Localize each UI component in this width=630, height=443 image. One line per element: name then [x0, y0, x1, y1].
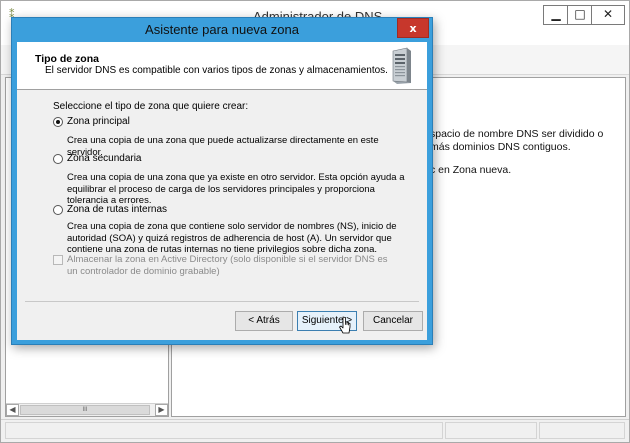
minimize-button[interactable]: ▁	[543, 5, 569, 25]
close-button[interactable]: ✕	[591, 5, 625, 25]
secondary-zone-label[interactable]: Zona secundaria	[67, 153, 142, 164]
store-in-ad-checkbox	[53, 255, 63, 265]
wizard-header: Tipo de zona El servidor DNS es compatib…	[17, 42, 427, 90]
wizard-title: Asistente para nueva zona	[145, 22, 299, 37]
stub-zone-description: Crea una copia de zona que contiene solo…	[67, 221, 397, 255]
secondary-zone-radio[interactable]	[53, 154, 63, 164]
secondary-zone-description: Crea una copia de una zona que ya existe…	[67, 172, 405, 206]
status-bar-segment	[5, 422, 443, 439]
details-text-line-1: spacio de nombre DNS ser dividido o más …	[430, 128, 604, 153]
status-bar	[1, 419, 629, 442]
scroll-left-arrow-icon[interactable]: ◀	[6, 404, 19, 416]
new-zone-wizard-dialog: Asistente para nueva zona x Tipo de zona…	[11, 17, 433, 345]
details-text-line-2: c en Zona nueva.	[430, 164, 512, 176]
scroll-thumb[interactable]: III	[20, 405, 150, 415]
store-in-ad-label: Almacenar la zona en Active Directory (s…	[67, 254, 388, 277]
mouse-cursor-icon	[339, 316, 351, 334]
status-bar-segment	[539, 422, 625, 439]
wizard-close-button[interactable]: x	[397, 18, 429, 38]
back-button[interactable]: < Atrás	[235, 311, 293, 331]
server-icon	[392, 47, 411, 84]
wizard-step-title: Tipo de zona	[35, 53, 99, 65]
wizard-step-description: El servidor DNS es compatible con varios…	[45, 65, 388, 76]
cancel-button[interactable]: Cancelar	[363, 311, 423, 331]
stub-zone-label[interactable]: Zona de rutas internas	[67, 204, 167, 215]
primary-zone-label[interactable]: Zona principal	[67, 116, 130, 127]
maximize-button[interactable]: □	[567, 5, 593, 25]
details-text: spacio de nombre DNS ser dividido o más …	[430, 128, 620, 177]
stub-zone-radio[interactable]	[53, 205, 63, 215]
status-bar-segment	[445, 422, 537, 439]
button-separator	[25, 301, 419, 302]
horizontal-scrollbar[interactable]: ◀ III ▶	[6, 403, 168, 416]
wizard-content: Tipo de zona El servidor DNS es compatib…	[17, 42, 427, 340]
primary-zone-radio[interactable]	[53, 117, 63, 127]
zone-type-question: Seleccione el tipo de zona que quiere cr…	[53, 101, 249, 112]
scroll-right-arrow-icon[interactable]: ▶	[155, 404, 168, 416]
